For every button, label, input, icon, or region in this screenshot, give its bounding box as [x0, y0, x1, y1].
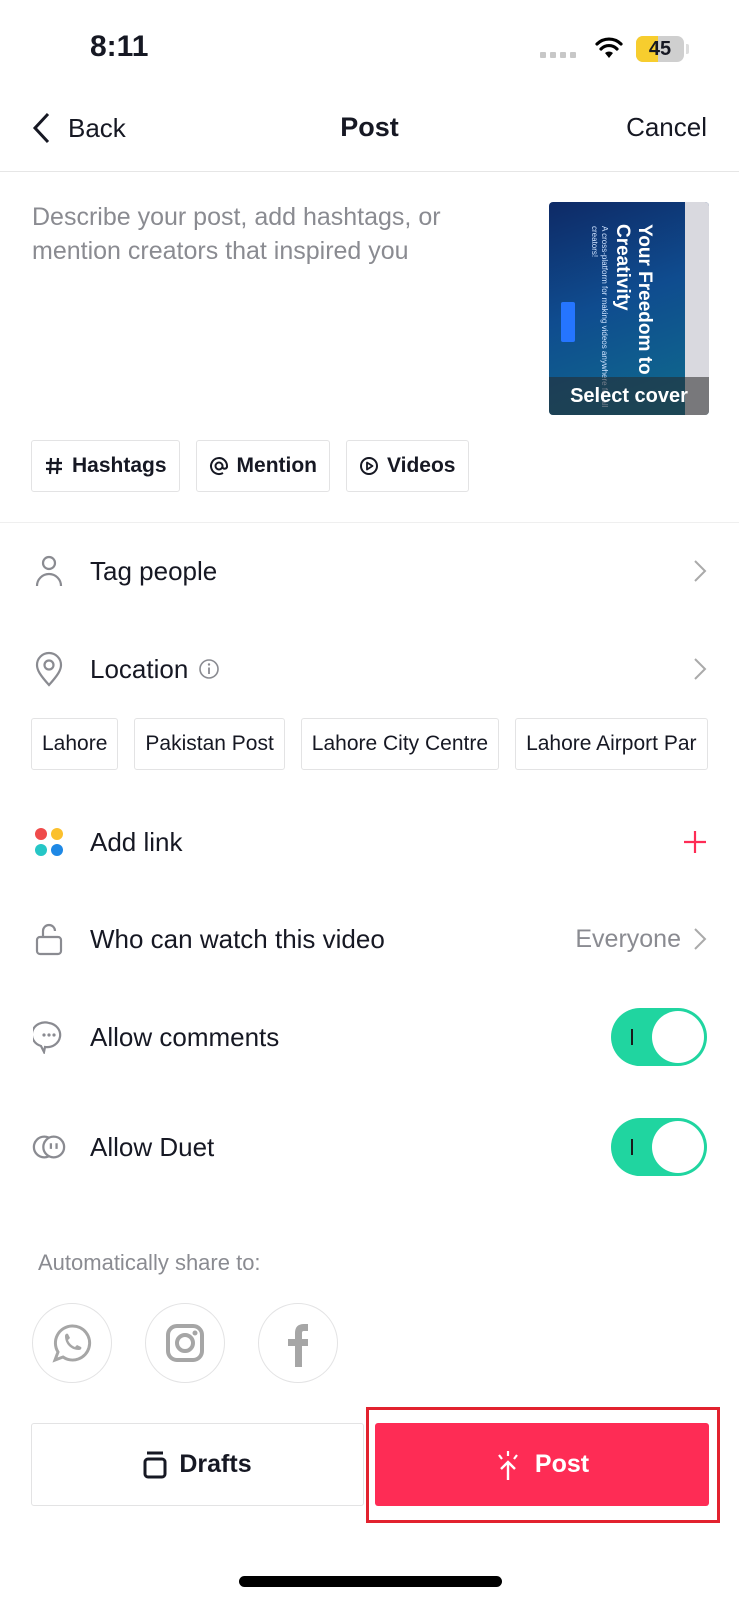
- allow-comments-row: Allow comments: [32, 1007, 707, 1067]
- select-cover-label: Select cover: [549, 377, 709, 415]
- chip-label: Hashtags: [72, 454, 167, 477]
- tag-people-row[interactable]: Tag people: [32, 541, 707, 601]
- add-link-apps-icon: [32, 825, 66, 859]
- post-label: Post: [534, 1450, 590, 1478]
- drafts-label: Drafts: [179, 1450, 252, 1478]
- videos-chip[interactable]: Videos: [346, 440, 469, 492]
- battery-level: 45: [648, 38, 672, 60]
- chevron-right-icon: [694, 928, 707, 950]
- section-divider: [0, 522, 739, 523]
- cancel-button[interactable]: Cancel: [626, 112, 707, 143]
- back-button[interactable]: Back: [32, 112, 126, 144]
- add-link-label: Add link: [90, 826, 183, 857]
- duet-icon: [32, 1130, 66, 1164]
- post-upload-icon: [498, 1450, 518, 1480]
- allow-duet-row: Allow Duet: [32, 1117, 707, 1177]
- who-can-watch-label: Who can watch this video: [90, 923, 385, 954]
- plus-icon[interactable]: [683, 830, 707, 854]
- chevron-left-icon: [32, 112, 50, 144]
- post-button[interactable]: Post: [375, 1423, 709, 1506]
- chevron-right-icon: [694, 658, 707, 680]
- chip-label: Videos: [387, 454, 456, 477]
- share-instagram-button[interactable]: [145, 1303, 225, 1383]
- at-icon: [209, 457, 228, 476]
- mention-chip[interactable]: Mention: [195, 440, 331, 492]
- person-icon: [32, 554, 66, 588]
- whatsapp-icon: [52, 1324, 92, 1363]
- hashtag-icon: [46, 457, 62, 475]
- status-bar: 8:11 45: [0, 0, 739, 100]
- description-input[interactable]: Describe your post, add hashtags, or men…: [32, 200, 512, 268]
- allow-duet-label: Allow Duet: [90, 1131, 215, 1162]
- auto-share-label: Automatically share to:: [38, 1250, 261, 1275]
- tag-people-label: Tag people: [90, 555, 218, 586]
- location-suggestion-chip[interactable]: Lahore City Centre: [300, 718, 500, 770]
- hashtags-chip[interactable]: Hashtags: [31, 440, 180, 492]
- info-icon[interactable]: [198, 658, 220, 680]
- location-suggestion-chip[interactable]: Lahore: [31, 718, 119, 770]
- drafts-box-icon: [143, 1451, 167, 1478]
- location-suggestion-chip[interactable]: Pakistan Post: [134, 718, 285, 770]
- chip-label: Mention: [236, 454, 318, 477]
- select-cover-button[interactable]: Your Freedom to Creativity A cross-platf…: [549, 202, 709, 415]
- comment-bubble-icon: [32, 1020, 66, 1054]
- visibility-value: Everyone: [575, 924, 681, 953]
- back-label: Back: [68, 112, 126, 143]
- location-pin-icon: [32, 651, 66, 687]
- wifi-icon: [595, 37, 623, 58]
- share-whatsapp-button[interactable]: [32, 1303, 112, 1383]
- cover-thumbnail-button: [561, 302, 575, 342]
- allow-comments-label: Allow comments: [90, 1021, 280, 1052]
- facebook-icon: [288, 1324, 308, 1367]
- nav-header: Back Post Cancel: [0, 100, 739, 172]
- status-time: 8:11: [90, 30, 149, 63]
- who-can-watch-row[interactable]: Who can watch this video Everyone: [32, 909, 707, 969]
- compose-chips: Hashtags Mention Videos: [31, 440, 469, 492]
- chevron-right-icon: [694, 560, 707, 582]
- allow-duet-toggle[interactable]: [611, 1118, 707, 1176]
- location-row[interactable]: Location: [32, 639, 707, 699]
- battery-indicator: 45: [636, 36, 684, 62]
- share-targets: [32, 1303, 338, 1383]
- location-label: Location: [90, 653, 189, 684]
- play-circle-icon: [360, 457, 379, 475]
- location-suggestion-chip[interactable]: Lahore Airport Par: [515, 718, 708, 770]
- share-facebook-button[interactable]: [258, 1303, 338, 1383]
- add-link-row[interactable]: Add link: [32, 812, 707, 872]
- drafts-button[interactable]: Drafts: [31, 1423, 364, 1506]
- home-indicator: [239, 1576, 502, 1587]
- instagram-icon: [166, 1324, 204, 1362]
- location-suggestions: Lahore Pakistan Post Lahore City Centre …: [31, 718, 708, 770]
- cellular-signal-icon: [540, 52, 576, 58]
- unlock-icon: [32, 922, 66, 956]
- allow-comments-toggle[interactable]: [611, 1008, 707, 1066]
